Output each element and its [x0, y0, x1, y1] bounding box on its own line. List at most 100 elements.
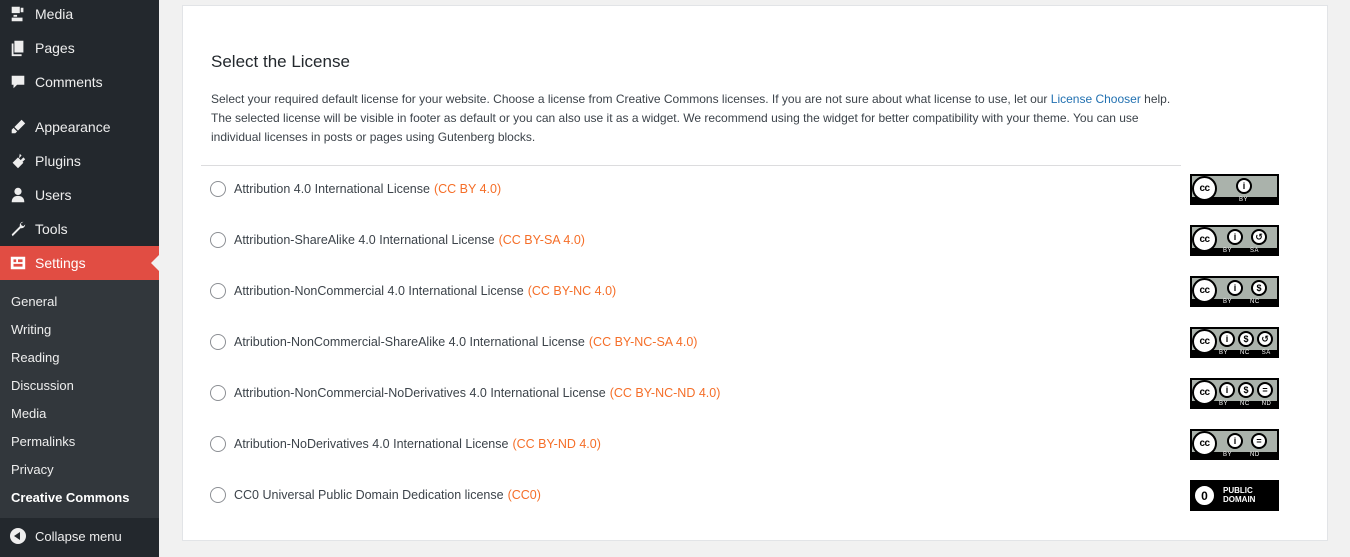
license-option-cc-by-nc-sa[interactable]: Atribution-NonCommercial-ShareAlike 4.0 … [210, 332, 697, 352]
submenu-item-reading[interactable]: Reading [11, 350, 59, 365]
divider [201, 165, 1181, 166]
non-commercial-icon: $ [1238, 331, 1254, 347]
badge-tag: NC [1240, 401, 1250, 407]
cc-by-nc-sa-badge: cc i $ ↺ BY NC SA [1190, 327, 1279, 358]
cc-icon: cc [1192, 431, 1217, 456]
badge-tag: BY [1219, 401, 1229, 407]
sidebar-item-label: Pages [35, 40, 75, 56]
license-chooser-link[interactable]: License Chooser [1051, 92, 1141, 106]
license-name: Attribution-NonCommercial 4.0 Internatio… [234, 284, 524, 298]
attribution-icon: i [1227, 280, 1243, 296]
cc-by-nc-badge: cc i $ BY NC [1190, 276, 1279, 307]
submenu-item-writing[interactable]: Writing [11, 322, 51, 337]
radio-button[interactable] [210, 334, 226, 350]
sidebar-item-comments[interactable]: Comments [0, 65, 159, 99]
pages-icon [0, 39, 35, 57]
badge-tag: ND [1261, 401, 1272, 407]
non-commercial-icon: $ [1238, 382, 1254, 398]
public-domain-icon: 0 [1193, 484, 1216, 507]
sidebar-item-users[interactable]: Users [0, 178, 159, 212]
radio-button[interactable] [210, 181, 226, 197]
tools-icon [0, 220, 35, 238]
license-description: Select your required default license for… [211, 90, 1171, 147]
non-commercial-icon: $ [1251, 280, 1267, 296]
attribution-icon: i [1236, 178, 1252, 194]
cc-icon: cc [1192, 227, 1217, 252]
radio-button[interactable] [210, 487, 226, 503]
license-panel: Select the License Select your required … [182, 5, 1328, 541]
license-code: (CC BY-NC-SA 4.0) [588, 335, 698, 349]
license-name: Attribution-NonCommercial-NoDerivatives … [234, 386, 606, 400]
radio-button[interactable] [210, 436, 226, 452]
active-indicator [151, 255, 159, 271]
sidebar-item-label: Users [35, 187, 72, 203]
license-option-cc-by-nc[interactable]: Attribution-NonCommercial 4.0 Internatio… [210, 281, 616, 301]
no-derivatives-icon: = [1251, 433, 1267, 449]
cc-icon: cc [1192, 278, 1217, 303]
badge-tag: BY [1223, 248, 1233, 254]
attribution-icon: i [1219, 331, 1235, 347]
license-option-cc-by[interactable]: Attribution 4.0 International License (C… [210, 179, 501, 199]
public-domain-line2: DOMAIN [1223, 495, 1256, 504]
share-alike-icon: ↺ [1251, 229, 1267, 245]
attribution-icon: i [1227, 229, 1243, 245]
sidebar-item-label: Settings [35, 255, 86, 271]
cc-icon: cc [1192, 380, 1217, 405]
cc-by-badge: cc i BY [1190, 174, 1279, 205]
no-derivatives-icon: = [1257, 382, 1273, 398]
license-option-cc-by-sa[interactable]: Attribution-ShareAlike 4.0 International… [210, 230, 585, 250]
settings-icon [0, 254, 35, 272]
license-code: (CC BY-ND 4.0) [512, 437, 601, 451]
sidebar-item-settings[interactable]: Settings [0, 246, 159, 280]
attribution-icon: i [1227, 433, 1243, 449]
submenu-item-privacy[interactable]: Privacy [11, 462, 54, 477]
license-name: Attribution 4.0 International License [234, 182, 430, 196]
badge-tag: SA [1261, 350, 1271, 356]
description-text: Select your required default license for… [211, 92, 1051, 106]
submenu-item-permalinks[interactable]: Permalinks [11, 434, 75, 449]
sidebar-item-label: Tools [35, 221, 68, 237]
license-name: Atribution-NoDerivatives 4.0 Internation… [234, 437, 509, 451]
cc-by-sa-badge: cc i ↺ BY SA [1190, 225, 1279, 256]
admin-sidebar: Media Pages Comments Appearance Plugins … [0, 0, 159, 557]
sidebar-item-label: Comments [35, 74, 103, 90]
sidebar-item-media[interactable]: Media [0, 0, 159, 31]
license-option-cc0[interactable]: CC0 Universal Public Domain Dedication l… [210, 485, 541, 505]
sidebar-item-tools[interactable]: Tools [0, 212, 159, 246]
badge-tag: ND [1250, 452, 1260, 458]
radio-button[interactable] [210, 283, 226, 299]
cc-icon: cc [1192, 329, 1217, 354]
license-code: (CC BY 4.0) [433, 182, 502, 196]
appearance-icon [0, 118, 35, 136]
license-option-cc-by-nc-nd[interactable]: Attribution-NonCommercial-NoDerivatives … [210, 383, 720, 403]
license-name: Atribution-NonCommercial-ShareAlike 4.0 … [234, 335, 585, 349]
badge-tag: BY [1223, 299, 1233, 305]
submenu-item-general[interactable]: General [11, 294, 57, 309]
settings-submenu: General Writing Reading Discussion Media… [0, 280, 159, 518]
badge-tag: SA [1250, 248, 1260, 254]
sidebar-item-appearance[interactable]: Appearance [0, 110, 159, 144]
public-domain-line1: PUBLIC [1223, 486, 1253, 495]
sidebar-item-pages[interactable]: Pages [0, 31, 159, 65]
collapse-icon [0, 528, 35, 544]
badge-tag: BY [1219, 350, 1229, 356]
submenu-item-discussion[interactable]: Discussion [11, 378, 74, 393]
collapse-label: Collapse menu [35, 528, 122, 544]
license-name: CC0 Universal Public Domain Dedication l… [234, 488, 504, 502]
license-code: (CC BY-SA 4.0) [498, 233, 585, 247]
license-code: (CC0) [507, 488, 541, 502]
attribution-icon: i [1219, 382, 1235, 398]
cc-icon: cc [1192, 176, 1217, 201]
badge-tag: NC [1250, 299, 1260, 305]
public-domain-badge: 0 PUBLIC DOMAIN [1190, 480, 1279, 511]
cc-by-nd-badge: cc i = BY ND [1190, 429, 1279, 460]
collapse-menu-button[interactable]: Collapse menu [0, 519, 159, 553]
radio-button[interactable] [210, 385, 226, 401]
license-option-cc-by-nd[interactable]: Atribution-NoDerivatives 4.0 Internation… [210, 434, 601, 454]
submenu-item-creative-commons[interactable]: Creative Commons [11, 490, 129, 505]
submenu-item-media[interactable]: Media [11, 406, 46, 421]
sidebar-item-plugins[interactable]: Plugins [0, 144, 159, 178]
radio-button[interactable] [210, 232, 226, 248]
share-alike-icon: ↺ [1257, 331, 1273, 347]
sidebar-item-label: Media [35, 6, 74, 22]
